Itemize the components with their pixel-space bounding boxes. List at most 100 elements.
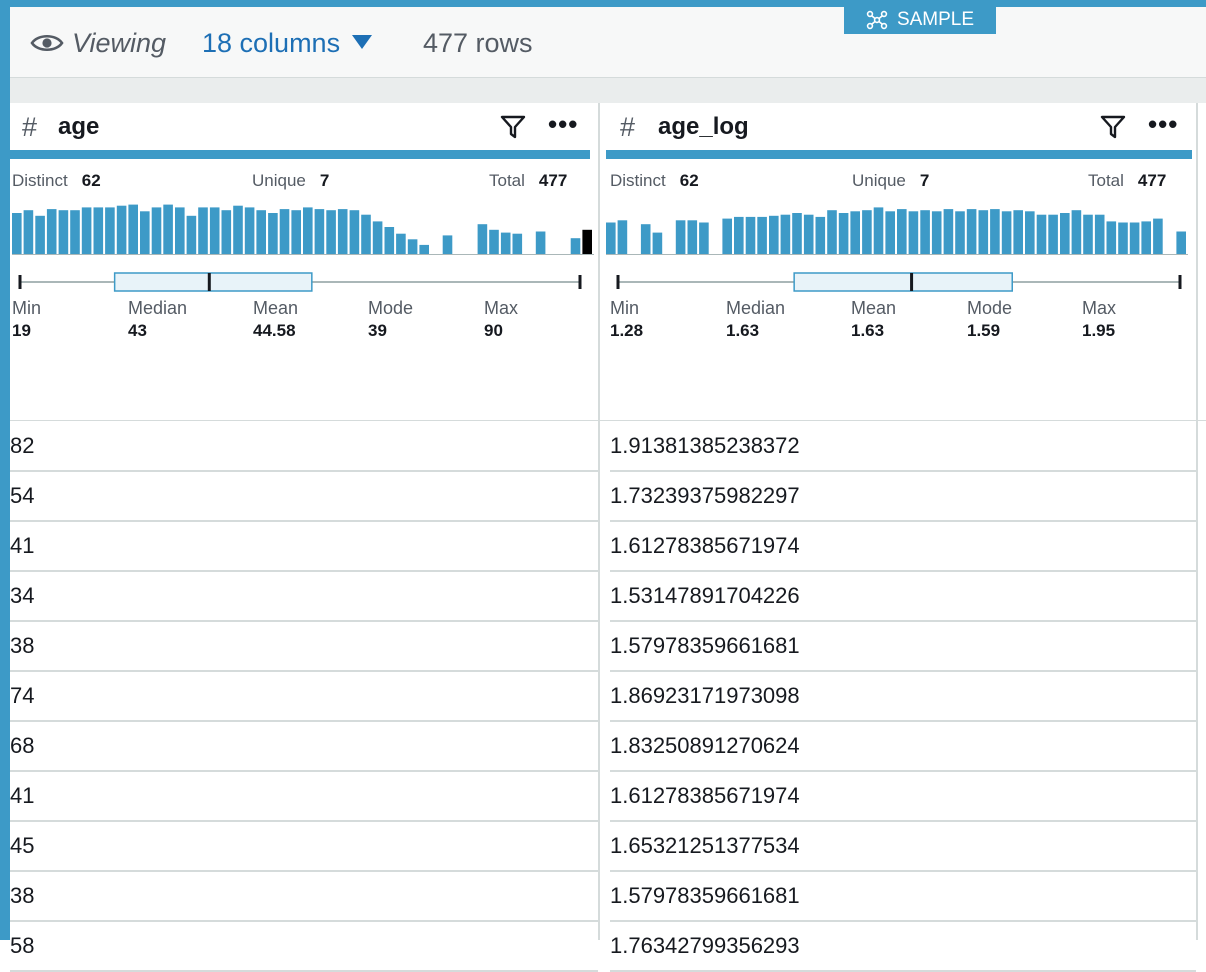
histogram-bar — [1036, 214, 1047, 255]
histogram-bar — [838, 213, 849, 255]
histogram-bar — [151, 207, 162, 255]
table-cell[interactable]: 45 — [10, 821, 598, 872]
stat-max-value: 1.95 — [1082, 321, 1116, 340]
column-header-bar — [10, 150, 590, 159]
table-cell[interactable]: 41 — [10, 771, 598, 822]
summary-unique-label: Unique — [252, 171, 306, 190]
histogram-bar — [244, 207, 255, 255]
histogram-bar — [81, 207, 92, 255]
column-age_log: # age_log ••• Distinct 62 Unique 7 Total 477 Min 1… — [600, 103, 1206, 972]
histogram-bar — [815, 216, 826, 255]
summary-total: Total 477 — [1088, 171, 1166, 191]
more-options-icon[interactable]: ••• — [1148, 109, 1178, 140]
histogram-bar — [1153, 218, 1163, 255]
table-cell[interactable]: 1.57978359661681 — [610, 871, 1196, 922]
eye-icon — [30, 34, 64, 52]
histogram-bar — [1013, 210, 1023, 255]
table-cell[interactable]: 1.83250891270624 — [610, 721, 1196, 772]
histogram-bar — [291, 210, 301, 255]
sample-badge[interactable]: SAMPLE — [844, 5, 996, 34]
table-cell[interactable]: 1.86923171973098 — [610, 671, 1196, 722]
histogram-bar — [105, 207, 115, 255]
histogram-bar — [314, 209, 325, 255]
stat-min-value: 19 — [12, 321, 31, 340]
column-name: age_log — [658, 113, 749, 140]
histogram-bar — [500, 232, 511, 255]
table-cell[interactable]: 1.73239375982297 — [610, 471, 1196, 522]
more-options-icon[interactable]: ••• — [548, 109, 578, 140]
table-cell[interactable]: 38 — [10, 871, 598, 922]
histogram-bar — [209, 207, 220, 255]
table-cell[interactable]: 1.57978359661681 — [610, 621, 1196, 672]
stat-max-label: Max — [1082, 298, 1117, 318]
summary-distinct-value: 62 — [81, 171, 101, 190]
histogram-bar — [1060, 213, 1070, 255]
header-spacer — [10, 78, 1206, 103]
filter-icon[interactable] — [1100, 114, 1126, 140]
column-header[interactable]: # age_log ••• — [600, 103, 1196, 149]
histogram-bar — [175, 207, 185, 255]
stat-mean-label: Mean — [851, 298, 897, 318]
histogram-bar — [140, 211, 150, 255]
table-cell[interactable]: 1.65321251377534 — [610, 821, 1196, 872]
columns-dropdown[interactable]: 18 columns — [202, 28, 373, 59]
histogram-bar — [349, 210, 360, 255]
summary-total-label: Total — [1088, 171, 1124, 190]
stat-median-value: 1.63 — [726, 321, 760, 340]
histogram-bar — [1083, 214, 1093, 255]
box-plot — [18, 272, 582, 292]
caret-down-icon — [352, 34, 373, 49]
histogram-bar — [978, 210, 989, 255]
box-plot-iqr — [113, 272, 313, 292]
histogram-bar — [35, 215, 45, 255]
histogram-bar — [1118, 222, 1128, 255]
histogram-bar — [1176, 231, 1186, 255]
column-header[interactable]: # age ••• — [10, 103, 598, 149]
filter-icon[interactable] — [500, 114, 526, 140]
histogram-bar — [442, 235, 453, 255]
left-accent-bar — [0, 0, 10, 940]
histogram[interactable] — [12, 199, 594, 255]
table-cell[interactable]: 1.61278385671974 — [610, 521, 1196, 572]
table-cell[interactable]: 1.76342799356293 — [610, 921, 1196, 972]
histogram-baseline — [12, 254, 594, 255]
table-cell[interactable]: 54 — [10, 471, 598, 522]
histogram-bar — [734, 216, 744, 255]
histogram-bar — [361, 214, 371, 255]
histogram-bar — [908, 211, 919, 255]
histogram-bar — [233, 205, 243, 255]
histogram-bar — [384, 227, 395, 255]
numeric-type-icon: # — [22, 112, 38, 142]
table-cell[interactable]: 68 — [10, 721, 598, 772]
histogram-bar — [1025, 211, 1035, 255]
table-cell[interactable]: 34 — [10, 571, 598, 622]
histogram-bar — [337, 209, 348, 255]
summary-unique: Unique 7 — [252, 171, 329, 191]
table-cell[interactable]: 74 — [10, 671, 598, 722]
histogram-bar — [675, 220, 686, 255]
histogram-bar — [1048, 214, 1058, 255]
summary-unique-value: 7 — [319, 171, 330, 190]
histogram-bar — [943, 209, 954, 255]
summary-unique-label: Unique — [852, 171, 906, 190]
table-cell[interactable]: 38 — [10, 621, 598, 672]
summary-unique: Unique 7 — [852, 171, 929, 191]
summary-unique-value: 7 — [919, 171, 930, 190]
stat-mean-value: 44.58 — [253, 321, 296, 340]
histogram[interactable] — [606, 199, 1188, 255]
table-cell[interactable]: 1.61278385671974 — [610, 771, 1196, 822]
table-cell[interactable]: 82 — [10, 421, 598, 472]
histogram-bar — [116, 205, 127, 255]
stat-mode-label: Mode — [967, 298, 1013, 318]
column-header-bar — [606, 150, 1192, 159]
histogram-bar — [12, 213, 22, 255]
table-cell[interactable]: 1.91381385238372 — [610, 421, 1196, 472]
histogram-bar — [1001, 211, 1012, 255]
table-cell[interactable]: 58 — [10, 921, 598, 972]
histogram-bar — [687, 220, 698, 255]
histogram-bar — [163, 204, 173, 255]
table-cell[interactable]: 1.53147891704226 — [610, 571, 1196, 622]
table-cell[interactable]: 41 — [10, 521, 598, 572]
histogram-bar — [1094, 214, 1105, 255]
histogram-bar — [617, 220, 628, 255]
